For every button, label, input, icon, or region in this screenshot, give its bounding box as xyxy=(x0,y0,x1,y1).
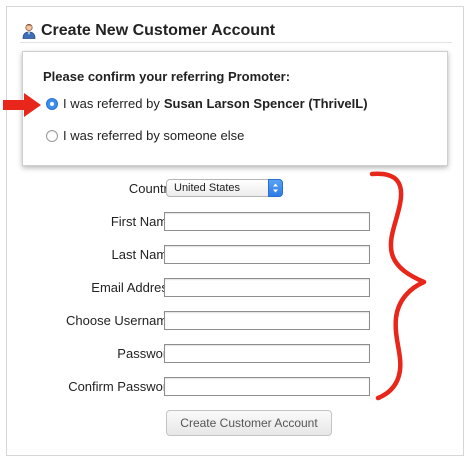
radio-option-promoter-label: I was referred by xyxy=(63,96,160,111)
country-select[interactable]: United States xyxy=(166,179,283,197)
radio-unselected[interactable] xyxy=(46,129,58,142)
promoter-name: Susan Larson Spencer (ThriveIL) xyxy=(163,96,368,111)
email-field[interactable] xyxy=(164,278,370,297)
username-field[interactable] xyxy=(164,311,370,330)
radio-option-promoter[interactable]: I was referred by Susan Larson Spencer (… xyxy=(46,96,368,111)
panel-header: Create New Customer Account xyxy=(22,19,275,43)
select-stepper-icon xyxy=(268,179,283,197)
user-icon xyxy=(22,23,36,39)
page-title: Create New Customer Account xyxy=(41,22,276,39)
radio-selected[interactable] xyxy=(46,97,58,110)
password-field[interactable] xyxy=(164,344,370,363)
confirm-password-field[interactable] xyxy=(164,377,370,396)
red-arrow-annotation xyxy=(3,93,41,117)
last-name-field[interactable] xyxy=(164,245,370,264)
create-account-button[interactable]: Create Customer Account xyxy=(166,410,332,436)
radio-option-other-label: I was referred by someone else xyxy=(63,128,245,143)
referral-prompt: Please confirm your referring Promoter: xyxy=(43,69,291,84)
first-name-field[interactable] xyxy=(164,212,370,231)
red-brace-annotation xyxy=(369,171,427,401)
radio-option-other[interactable]: I was referred by someone else xyxy=(46,128,244,143)
confirm-password-label: Confirm Password: xyxy=(68,379,178,394)
header-divider xyxy=(20,42,452,43)
username-label: Choose Username: xyxy=(66,313,178,328)
country-value: United States xyxy=(174,182,241,194)
referral-confirm-box: Please confirm your referring Promoter: … xyxy=(22,51,448,166)
